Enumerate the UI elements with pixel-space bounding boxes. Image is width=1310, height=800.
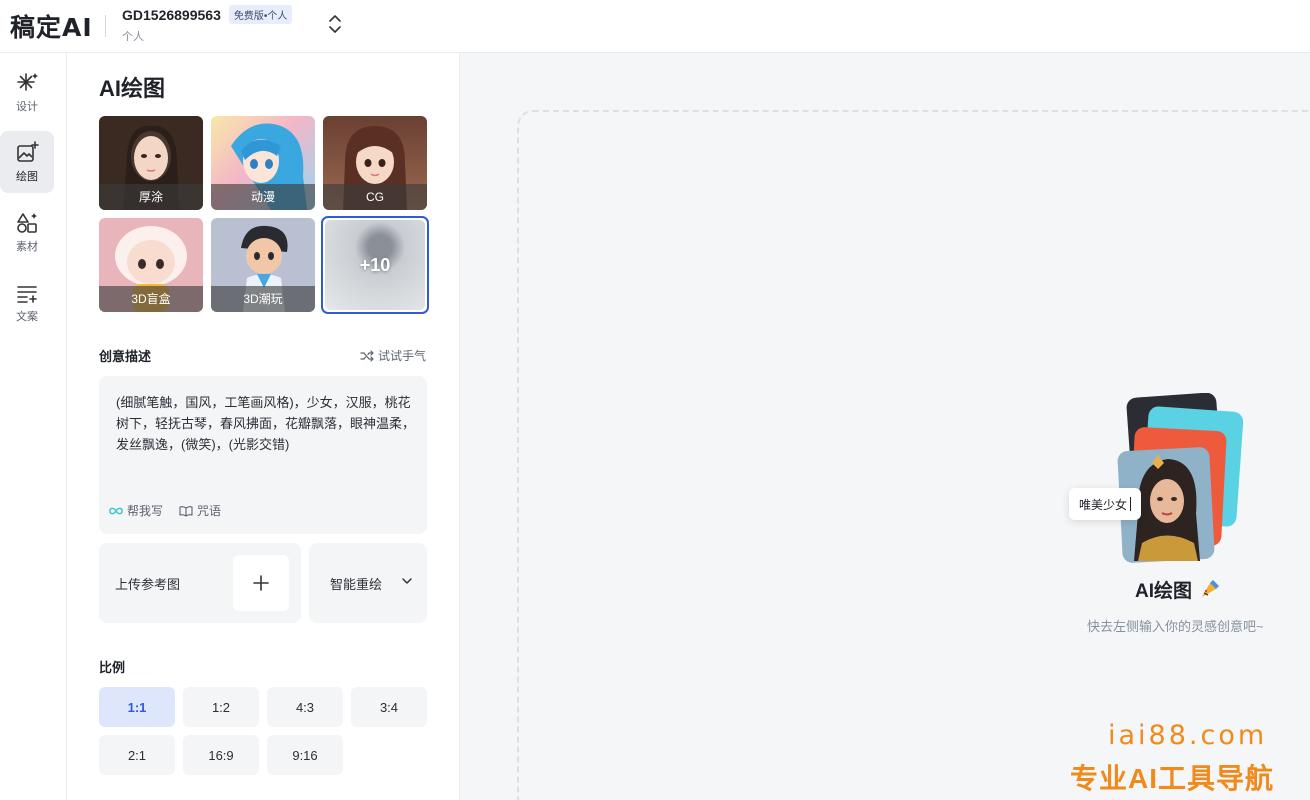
app-logo[interactable]: 稿定AI	[10, 8, 106, 44]
nav-item-assets[interactable]: 素材	[0, 201, 54, 263]
left-nav: 设计 绘图 素材 文案	[0, 53, 67, 800]
text-cursor	[1130, 497, 1132, 511]
help-write-button[interactable]: 帮我写	[109, 502, 163, 519]
panel-title: AI绘图	[99, 76, 166, 101]
prompt-textarea[interactable]: (细腻笔触，国风，工笔画风格)，少女，汉服，桃花树下，轻抚古琴，春风拂面，花瓣飘…	[99, 376, 427, 534]
ratio-option-1-1[interactable]: 1:1	[99, 687, 175, 727]
upload-reference-button[interactable]: 上传参考图	[99, 543, 301, 623]
ratio-option-1-2[interactable]: 1:2	[183, 687, 259, 727]
empty-title-text: AI绘图	[1135, 581, 1193, 602]
prompt-section-label: 创意描述	[99, 349, 152, 364]
nav-label: 设计	[16, 100, 38, 113]
style-label: CG	[323, 184, 427, 210]
style-label: 3D盲盒	[99, 286, 203, 312]
style-card-3d-trendy-toy[interactable]: 3D潮玩	[211, 218, 315, 312]
ratio-option-16-9[interactable]: 16:9	[183, 735, 259, 775]
nav-label: 素材	[16, 240, 38, 253]
try-luck-button[interactable]: 试试手气	[360, 347, 426, 364]
nav-item-design[interactable]: 设计	[0, 61, 54, 123]
paintbrush-icon	[1202, 579, 1220, 597]
nav-label: 文案	[16, 310, 38, 323]
style-label: 3D潮玩	[211, 286, 315, 312]
shapes-icon	[17, 212, 37, 233]
logo-divider	[104, 15, 106, 37]
book-icon	[179, 505, 193, 517]
ratio-section-label: 比例	[99, 660, 126, 675]
style-card-thick-paint[interactable]: 厚涂	[99, 116, 203, 210]
chevron-down-icon	[402, 578, 412, 584]
more-styles-count: +10	[359, 254, 391, 275]
try-luck-label: 试试手气	[377, 349, 426, 363]
style-card-more[interactable]: +10	[321, 216, 429, 314]
plan-badge: 免费版•个人	[228, 5, 293, 24]
upload-label: 上传参考图	[115, 577, 181, 592]
account-switch-icon[interactable]	[326, 12, 344, 36]
image-plus-icon	[17, 140, 39, 162]
account-id: GD1526899563	[122, 6, 221, 23]
watermark-url: iai88.com	[1108, 720, 1268, 751]
nav-label: 绘图	[16, 170, 38, 183]
spells-button[interactable]: 咒语	[179, 502, 221, 519]
nav-item-copywriting[interactable]: 文案	[0, 271, 54, 333]
sparkle-icon	[17, 72, 38, 91]
empty-state-subtitle: 快去左侧输入你的灵感创意吧~	[1087, 619, 1264, 634]
spells-label: 咒语	[197, 504, 222, 518]
empty-state-illustration	[1070, 392, 1250, 563]
ratio-option-2-1[interactable]: 2:1	[99, 735, 175, 775]
empty-state-title: AI绘图	[1135, 576, 1220, 603]
plus-icon	[233, 555, 289, 611]
style-card-anime[interactable]: 动漫	[211, 116, 315, 210]
account-type: 个人	[122, 31, 144, 43]
nav-item-drawing[interactable]: 绘图	[0, 131, 54, 193]
shuffle-icon	[360, 349, 374, 362]
prompt-text: (细腻笔触，国风，工笔画风格)，少女，汉服，桃花树下，轻抚古琴，春风拂面，花瓣飘…	[116, 395, 416, 452]
infinity-icon	[109, 507, 123, 514]
main-canvas: 唯美少女 AI绘图 快去左侧输入你的灵感创意吧~	[460, 53, 1310, 800]
style-card-3d-blind-box[interactable]: 3D盲盒	[99, 218, 203, 312]
help-write-label: 帮我写	[127, 504, 164, 518]
drawing-panel: AI绘图 厚涂 动漫 CG 3D盲盒 3D潮玩 +10 创意描述 试试手气 (细…	[67, 53, 460, 800]
logo-text: 稿定AI	[10, 13, 93, 42]
tag-chip-text: 唯美少女	[1079, 497, 1128, 512]
redraw-label: 智能重绘	[330, 577, 383, 592]
top-bar: 稿定AI GD1526899563 免费版•个人 个人	[0, 0, 1310, 53]
ratio-option-9-16[interactable]: 9:16	[267, 735, 343, 775]
style-label: 厚涂	[99, 184, 203, 210]
account-info[interactable]: GD1526899563 免费版•个人 个人	[122, 5, 293, 44]
watermark-text: 专业AI工具导航	[1070, 763, 1275, 794]
style-card-cg[interactable]: CG	[323, 116, 427, 210]
example-tag-chip: 唯美少女	[1069, 488, 1141, 520]
smart-redraw-dropdown[interactable]: 智能重绘	[309, 543, 427, 623]
style-label: 动漫	[211, 184, 315, 210]
text-lines-icon	[17, 285, 37, 303]
ratio-option-3-4[interactable]: 3:4	[351, 687, 427, 727]
ratio-option-4-3[interactable]: 4:3	[267, 687, 343, 727]
